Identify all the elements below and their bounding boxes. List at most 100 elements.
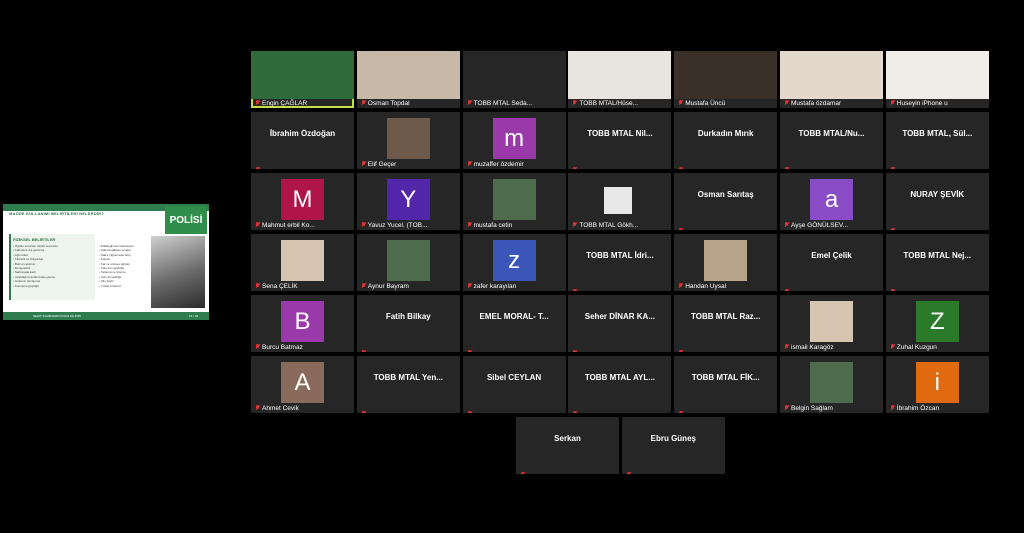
participant-name-label: Zuhal Kuzgun [896,344,937,351]
participant-tile[interactable]: Y Yavuz Yucel. (TOB... [356,173,460,230]
participant-name-label: mustafa cetin [473,222,513,229]
slide-list-right: Nilükleğimsel sekresiyonKabul bağlanış y… [99,244,134,288]
participant-tile[interactable]: TOBB MTAL Nil... [568,112,672,169]
participant-name: Fatih Bilkay [385,312,431,321]
participant-tile[interactable]: Sibel CEYLAN [462,356,566,413]
participant-name-label: Ayşe GÖNÜLSEV... [791,222,849,229]
participant-video [568,51,672,99]
participant-label: Ahmet Cevik [251,404,354,413]
muted-mic-icon [572,222,577,228]
participant-tile[interactable]: Osman Sarıtaş [674,173,778,230]
participant-tile[interactable]: TOBB MTAL AYL... [568,356,672,413]
participant-name: Sibel CEYLAN [486,373,542,382]
participant-tile[interactable]: Osman Topdal [356,51,460,108]
participant-tile[interactable]: Seher DİNAR KA... [568,295,672,352]
participant-avatar: z [492,240,536,281]
participant-video [356,51,460,99]
participant-tile[interactable]: Serkan [516,417,619,474]
participant-label: İbrahim Özcan [886,404,989,413]
participant-name-label: Belgin Sağlam [791,405,833,412]
participant-name-label: ismail Karagöz [791,344,834,351]
participant-tile[interactable]: Aynur Bayram [356,234,460,291]
participant-label: Huseyin iPhone u [886,99,989,108]
participant-tile[interactable]: B Burcu Batmaz [251,295,354,352]
shared-screen[interactable]: MADDE KULLANIMI BELİRTİLERİ NELERDİR? PO… [3,204,209,320]
participant-tile[interactable]: Sena ÇELİK [251,234,354,291]
participant-avatar: B [281,301,324,342]
participant-tile[interactable]: Engin ÇAĞLAR [251,51,354,108]
participant-tile[interactable]: TOBB MTAL, Sül... [885,112,989,169]
participant-tile[interactable]: a Ayşe GÖNÜLSEV... [780,173,883,230]
participant-tile[interactable]: z zafer karayılan [462,234,566,291]
participant-tile[interactable]: i İbrahim Özcan [885,356,989,413]
participant-name: TOBB MTAL Nil... [587,129,653,138]
participant-name-label: Mustafa Üncü [685,100,726,107]
participant-name-label: zafer karayılan [473,283,517,290]
participant-video [674,51,778,99]
muted-mic-icon [784,405,789,411]
participant-tile[interactable]: TOBB MTAL/Nu... [780,112,883,169]
participant-tile[interactable]: TOBB MTAL/Hüse... [568,51,672,108]
muted-mic-icon [255,283,260,289]
participant-tile[interactable]: Mustafa Üncü [674,51,778,108]
slide-heading: MADDE KULLANIMI BELİRTİLERİ NELERDİR? [9,211,104,216]
participant-tile[interactable]: TOBB MTAL FİK... [674,356,778,413]
participant-tile[interactable]: Ebru Güneş [621,417,725,474]
participant-tile[interactable]: m muzaffer özdemir [462,112,566,169]
participant-photo [281,240,324,281]
participant-name-label: Burcu Batmaz [262,344,303,351]
participant-tile[interactable]: Huseyin iPhone u [885,51,989,108]
participant-video [780,51,883,99]
participant-label: Sena ÇELİK [251,282,354,291]
participant-tile[interactable]: İbrahim Özdoğan [251,112,354,169]
participant-name-label: İbrahim Özcan [896,405,940,412]
participant-tile[interactable]: EMEL MORAL- T... [462,295,566,352]
participant-tile[interactable]: Elif Geçer [356,112,460,169]
participant-video [885,51,989,99]
muted-mic-icon [890,344,895,350]
participant-name: Osman Sarıtaş [697,190,754,199]
participant-tile[interactable]: Z Zuhal Kuzgun [885,295,989,352]
participant-tile[interactable]: A Ahmet Cevik [251,356,354,413]
participant-label: ismail Karagöz [780,343,883,352]
participant-photo [386,240,430,281]
participant-name: Emel Çelik [811,251,852,260]
participant-label: Osman Topdal [357,99,460,108]
slide-footer-text: ŞEHİT KAHRAMAN POLİS DİLİNİN [33,314,81,318]
participant-tile[interactable]: TOBB MTAL Seda... [462,51,566,108]
participant-label: TOBB MTAL/Hüse... [568,99,671,108]
participant-photo [386,118,430,159]
muted-mic-icon [361,222,366,228]
muted-mic-icon [255,100,260,106]
participant-tile[interactable]: M Mahmut erbil Ko... [251,173,354,230]
participant-label: Belgin Sağlam [780,404,883,413]
muted-mic-icon [784,100,789,106]
participant-tile[interactable]: ismail Karagöz [780,295,883,352]
participant-tile[interactable]: Durkadın Mırık [674,112,778,169]
participant-name: EMEL MORAL- T... [479,312,549,321]
participant-tile[interactable]: Mustafa özdamar [780,51,883,108]
participant-tile[interactable]: NURAY ŞEVİK [885,173,989,230]
participant-label: mustafa cetin [463,221,566,230]
participant-tile[interactable]: mustafa cetin [462,173,566,230]
participant-tile[interactable]: TOBB MTAL Nej... [885,234,989,291]
participant-name-label: Handan Uysal [685,283,727,290]
participant-tile[interactable]: Emel Çelik [780,234,883,291]
participant-tile[interactable]: Belgin Sağlam [780,356,883,413]
participant-photo [810,362,853,403]
participant-tile[interactable]: TOBB MTAL Raz... [674,295,778,352]
muted-mic-icon [784,344,789,350]
participant-avatar: m [492,118,536,159]
participant-name-label: Mahmut erbil Ko... [262,222,315,229]
muted-mic-icon [255,405,260,411]
participant-label: TOBB MTAL Seda... [463,99,566,108]
participant-name: TOBB MTAL Yen... [373,373,443,382]
participant-tile[interactable]: TOBB MTAL Yen... [356,356,460,413]
muted-mic-icon [361,100,366,106]
participant-label: Mustafa özdamar [780,99,883,108]
participant-tile[interactable]: TOBB MTAL İdri... [568,234,672,291]
participant-tile[interactable]: Handan Uysal [674,234,778,291]
participant-name: TOBB MTAL İdri... [586,251,654,260]
participant-tile[interactable]: Fatih Bilkay [356,295,460,352]
participant-tile[interactable]: TOBB MTAL Gökh... [568,173,672,230]
